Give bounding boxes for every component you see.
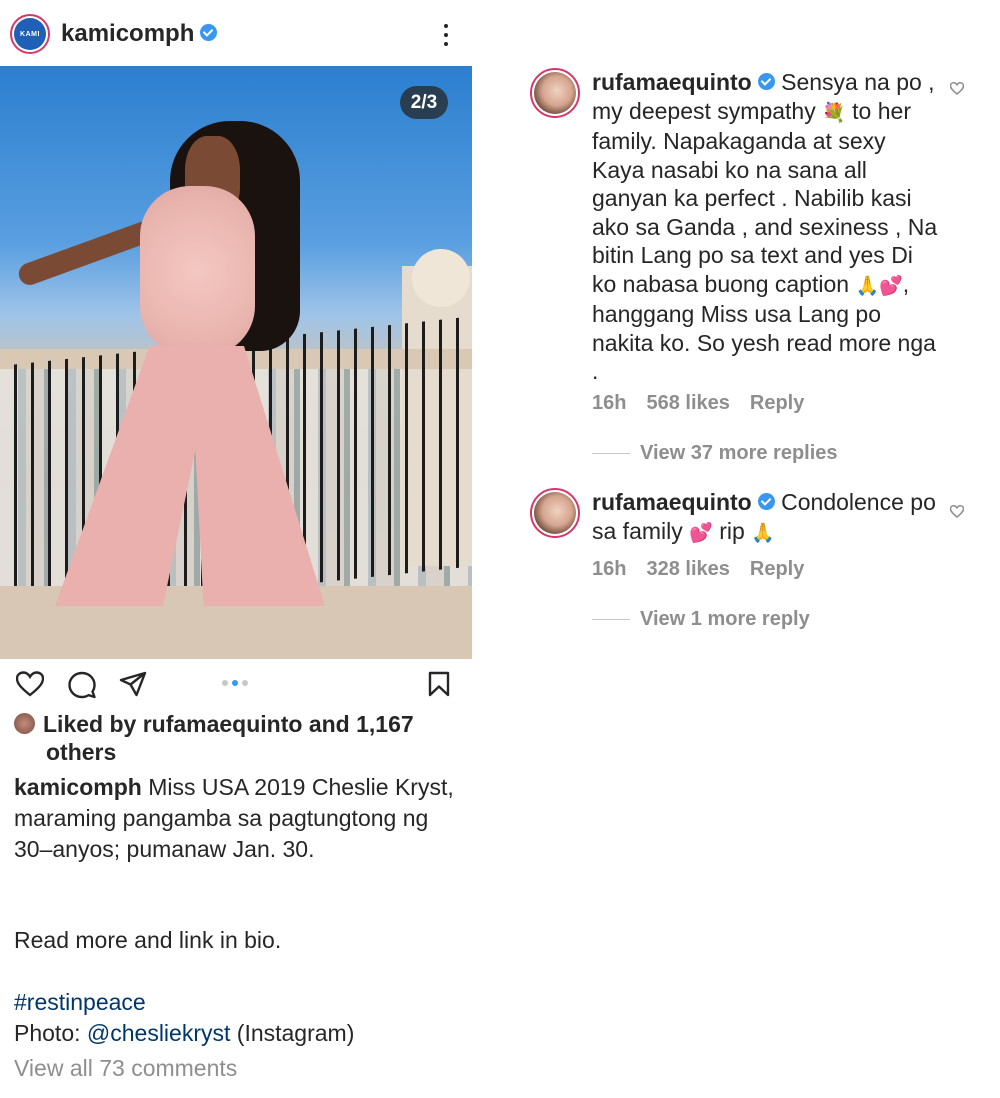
photo-credit-suffix: (Instagram) [230, 1020, 355, 1046]
post-photo[interactable]: 2/3 [0, 66, 472, 659]
carousel-dot [222, 680, 228, 686]
carousel-dot [242, 680, 248, 686]
comment-meta: 16h 328 likes Reply [592, 558, 824, 581]
liker-avatar [14, 713, 35, 734]
commenter-avatar[interactable] [530, 68, 580, 118]
verified-icon [757, 73, 775, 91]
post-username-text[interactable]: kamicomph [61, 20, 194, 47]
mention-link[interactable]: @chesliekryst [87, 1020, 231, 1046]
comment-likes[interactable]: 328 likes [646, 558, 729, 580]
share-icon[interactable] [119, 671, 147, 702]
view-all-comments-link[interactable]: View all 73 comments [14, 1055, 237, 1082]
kami-logo: KAMI [14, 18, 46, 50]
caption-username[interactable]: kamicomph [14, 774, 142, 800]
view-replies-link[interactable]: View 1 more reply [592, 608, 810, 631]
photo-feather-top [140, 186, 255, 356]
reply-button[interactable]: Reply [750, 392, 804, 414]
comment-username[interactable]: rufamaequinto [592, 489, 752, 515]
hashtag-link[interactable]: #restinpeace [14, 989, 146, 1016]
photo-credit-prefix: Photo: [14, 1020, 87, 1046]
post-caption: kamicomph Miss USA 2019 Cheslie Kryst, m… [14, 772, 464, 865]
post-actions [0, 659, 472, 709]
view-replies-link[interactable]: View 37 more replies [592, 442, 838, 465]
heart-icon[interactable] [15, 671, 45, 702]
liked-by[interactable]: Liked by rufamaequinto and 1,167 [14, 710, 454, 739]
hearts-emoji: 💕 [689, 521, 713, 544]
commenter-avatar[interactable] [530, 488, 580, 538]
verified-icon [757, 493, 775, 511]
comment-text: rufamaequinto Condolence po sa family 💕 … [592, 488, 942, 547]
comment-icon[interactable] [68, 671, 96, 704]
photo-pillar-ball [412, 249, 470, 307]
post-header: KAMI kamicomph [0, 0, 472, 66]
comment-time: 16h [592, 558, 627, 580]
comment-likes[interactable]: 568 likes [646, 392, 729, 414]
post-author-avatar[interactable]: KAMI [10, 14, 50, 54]
carousel-dots [222, 680, 248, 686]
comment-text-part: to her family. Napakaganda at sexy Kaya … [592, 97, 938, 297]
slide-counter: 2/3 [400, 86, 448, 119]
comment-text-part: rip [712, 517, 752, 544]
more-icon[interactable] [436, 22, 456, 48]
verified-icon [200, 24, 218, 42]
comment-meta: 16h 568 likes Reply [592, 392, 824, 415]
comment-text: rufamaequinto Sensya na po , my deepest … [592, 68, 942, 386]
pray-hearts-emoji: 🙏💕 [855, 274, 903, 297]
comment-time: 16h [592, 392, 627, 414]
reply-button[interactable]: Reply [750, 558, 804, 580]
caption-read-more: Read more and link in bio. [14, 927, 282, 953]
pray-emoji: 🙏 [751, 521, 775, 544]
bouquet-emoji: 💐 [822, 101, 846, 124]
carousel-dot-active [232, 680, 238, 686]
comment-username[interactable]: rufamaequinto [592, 69, 752, 95]
comment-like-heart-icon[interactable] [949, 504, 965, 523]
photo-credit: Photo: @chesliekryst (Instagram) [14, 1020, 354, 1047]
bookmark-icon[interactable] [428, 671, 450, 702]
comment-like-heart-icon[interactable] [949, 81, 965, 100]
liked-by-text[interactable]: Liked by rufamaequinto and 1,167 [43, 711, 414, 737]
liked-by-others[interactable]: others [46, 739, 116, 766]
post-author-username[interactable]: kamicomph [61, 20, 218, 48]
